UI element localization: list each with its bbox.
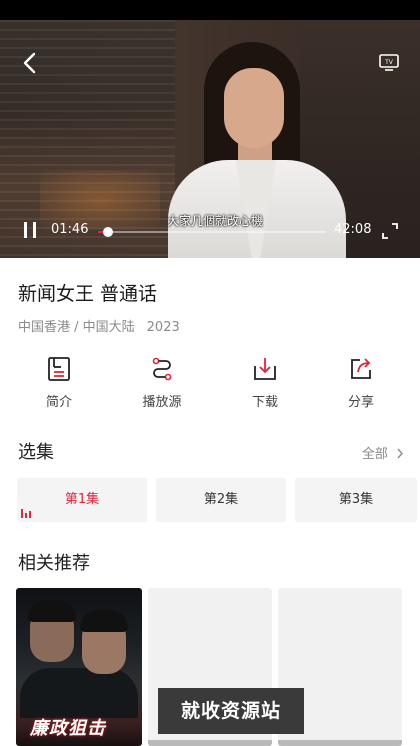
current-time: 01:46 [51, 222, 89, 237]
share-button[interactable]: 分享 [316, 356, 406, 412]
download-icon [254, 358, 276, 380]
progress-bar[interactable] [98, 227, 326, 237]
share-icon [351, 358, 371, 379]
pause-icon [24, 222, 27, 238]
pause-icon-bar [33, 222, 36, 238]
intro-button[interactable]: 简介 [14, 356, 104, 412]
pause-button[interactable] [22, 222, 38, 238]
actress-face [224, 68, 284, 148]
intro-label: 简介 [45, 395, 72, 410]
action-bar: 简介 播放源 下载 分享 [0, 356, 420, 416]
document-icon [48, 357, 70, 381]
back-button[interactable] [18, 50, 44, 76]
progress-thumb[interactable] [102, 227, 113, 237]
total-time: 42:08 [334, 222, 372, 237]
recommend-heading: 相关推荐 [18, 553, 90, 574]
tv-icon: TV [379, 54, 399, 71]
poster-hair [80, 610, 128, 632]
poster-title: 廉政狙击 [30, 718, 106, 739]
cast-to-tv-button[interactable]: TV [378, 52, 400, 72]
all-episodes-label: 全部 [361, 447, 388, 462]
svg-text:TV: TV [384, 59, 394, 66]
poster-hair [28, 600, 76, 622]
card-caption-strip [148, 740, 272, 746]
episode-3[interactable]: 第3集 [295, 478, 417, 522]
episode-2[interactable]: 第2集 [156, 478, 286, 522]
show-meta: 中国香港 / 中国大陆 2023 [18, 316, 180, 335]
play-source-button[interactable]: 播放源 [117, 356, 207, 412]
show-title: 新闻女王 普通话 [18, 283, 158, 305]
all-episodes-link[interactable]: 全部 [362, 443, 404, 462]
fullscreen-icon [382, 223, 398, 239]
chevron-left-icon [23, 52, 36, 74]
show-year: 2023 [146, 320, 180, 335]
episode-label: 第1集 [64, 492, 100, 507]
download-button[interactable]: 下载 [220, 356, 310, 412]
episodes-heading: 选集 [18, 442, 54, 463]
status-bar [0, 0, 420, 20]
recommend-card[interactable]: 廉政狙击 [16, 588, 142, 746]
share-label: 分享 [347, 395, 374, 410]
fullscreen-button[interactable] [382, 223, 398, 239]
video-subtitle: 大家几個就改心機 [166, 214, 263, 228]
now-playing-icon [21, 509, 31, 518]
route-icon [152, 357, 172, 381]
chevron-right-icon [397, 448, 403, 459]
play-source-label: 播放源 [142, 395, 182, 410]
download-label: 下载 [251, 395, 278, 410]
watermark: 就收资源站 [158, 688, 304, 734]
show-regions: 中国香港 / 中国大陆 [18, 320, 135, 335]
episode-label: 第3集 [338, 492, 374, 507]
episode-1[interactable]: 第1集 [17, 478, 147, 522]
card-caption-strip [278, 740, 402, 746]
episode-label: 第2集 [203, 492, 239, 507]
poster-figures [20, 668, 138, 718]
